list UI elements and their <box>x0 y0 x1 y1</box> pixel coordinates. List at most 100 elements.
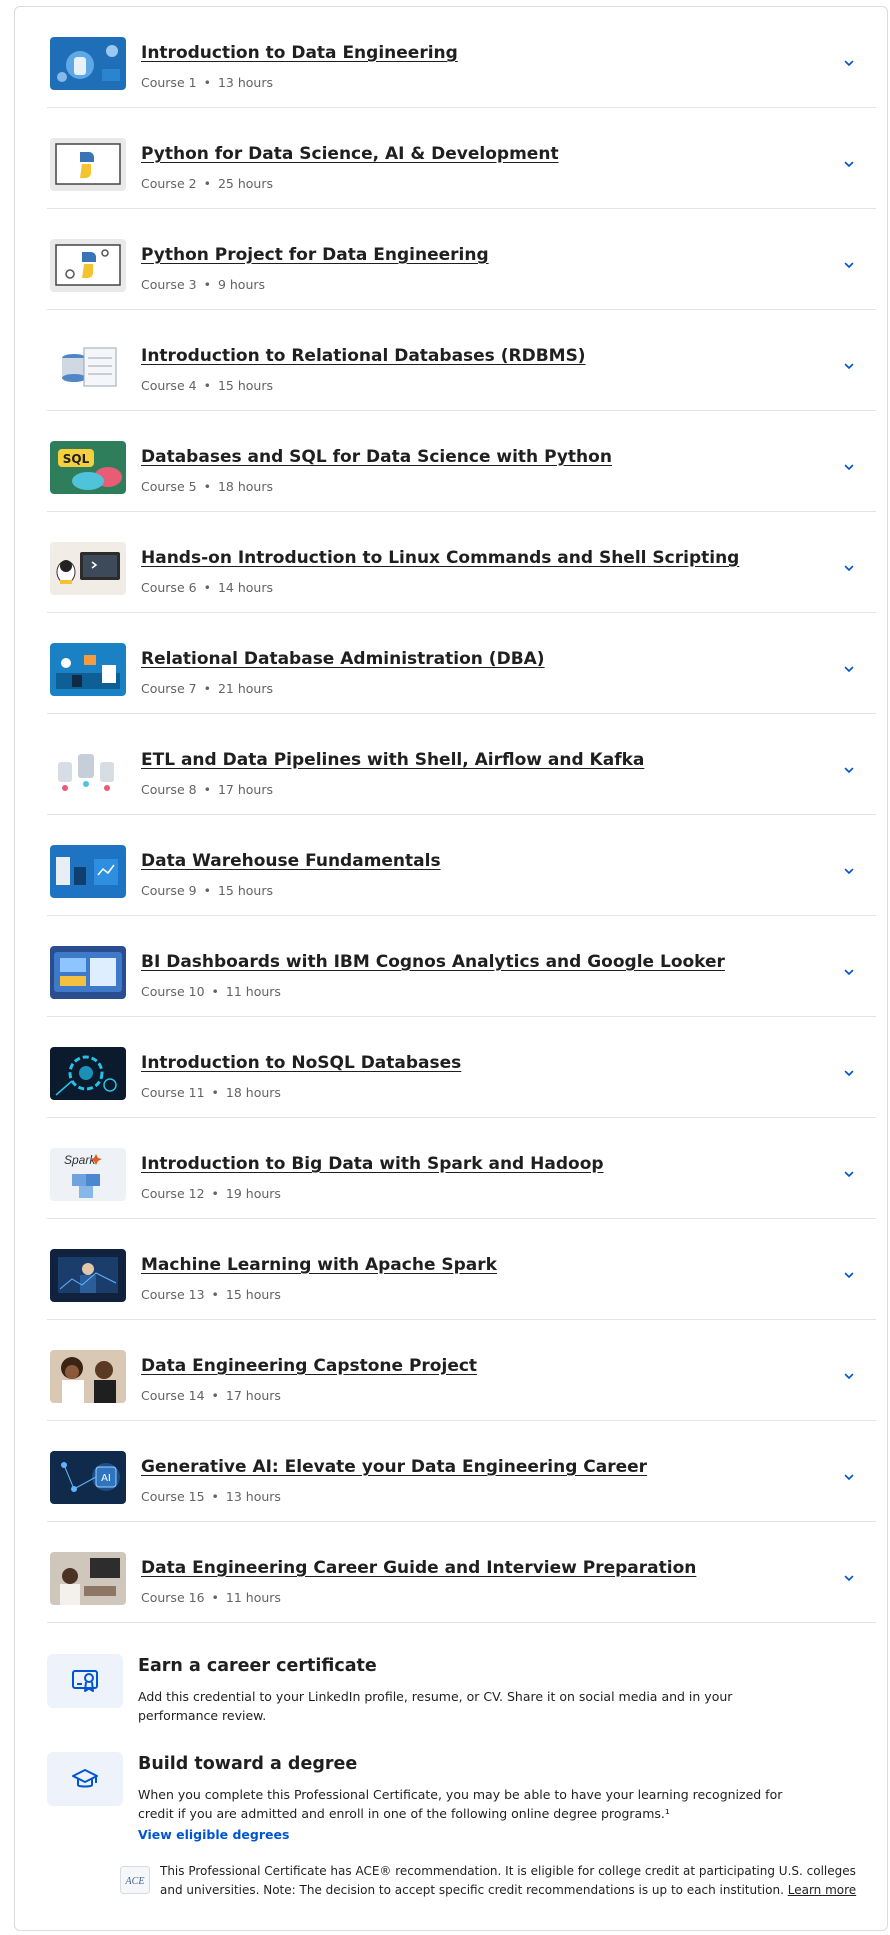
course-title-link[interactable]: Introduction to Big Data with Spark and … <box>141 1154 604 1174</box>
graduation-cap-icon <box>72 1769 98 1788</box>
course-row[interactable]: Introduction to NoSQL Databases Course 1… <box>47 1017 876 1118</box>
course-title-link[interactable]: Introduction to NoSQL Databases <box>141 1053 461 1073</box>
course-row[interactable]: Data Engineering Capstone Project Course… <box>47 1320 876 1421</box>
expand-chevron-down-icon[interactable] <box>842 56 856 70</box>
course-row[interactable]: BI Dashboards with IBM Cognos Analytics … <box>47 916 876 1017</box>
course-meta: Course 3 • 9 hours <box>141 277 265 292</box>
course-title-link[interactable]: Databases and SQL for Data Science with … <box>141 447 612 467</box>
course-thumbnail <box>50 239 126 292</box>
course-meta: Course 9 • 15 hours <box>141 883 273 898</box>
expand-chevron-down-icon[interactable] <box>842 1066 856 1080</box>
view-eligible-degrees-link[interactable]: View eligible degrees <box>138 1827 289 1842</box>
course-title-link[interactable]: Relational Database Administration (DBA) <box>141 649 545 669</box>
expand-chevron-down-icon[interactable] <box>842 157 856 171</box>
ace-logo: ACE <box>120 1866 150 1894</box>
course-meta: Course 7 • 21 hours <box>141 681 273 696</box>
course-duration: 13 hours <box>225 1489 281 1504</box>
course-number: Course 13 <box>141 1287 205 1302</box>
course-meta: Course 10 • 11 hours <box>141 984 281 999</box>
course-row[interactable]: Spark Introduction to Big Data with Spar… <box>47 1118 876 1219</box>
course-row[interactable]: Relational Database Administration (DBA)… <box>47 613 876 714</box>
course-thumbnail <box>50 744 126 797</box>
course-row[interactable]: Data Engineering Career Guide and Interv… <box>47 1522 876 1623</box>
course-row[interactable]: Data Warehouse Fundamentals Course 9 • 15 … <box>47 815 876 916</box>
course-duration: 15 hours <box>217 883 273 898</box>
course-row[interactable]: SQL Databases and SQL for Data Science w… <box>47 411 876 512</box>
meta-separator: • <box>203 479 211 494</box>
course-thumbnail <box>50 340 126 393</box>
expand-chevron-down-icon[interactable] <box>842 1268 856 1282</box>
course-thumbnail <box>50 845 126 898</box>
course-meta: Course 15 • 13 hours <box>141 1489 281 1504</box>
meta-separator: • <box>203 75 211 90</box>
course-title-link[interactable]: BI Dashboards with IBM Cognos Analytics … <box>141 952 725 972</box>
course-title-link[interactable]: Data Engineering Career Guide and Interv… <box>141 1558 696 1578</box>
course-duration: 25 hours <box>217 176 273 191</box>
course-row[interactable]: Python Project for Data Engineering Cour… <box>47 209 876 310</box>
expand-chevron-down-icon[interactable] <box>842 460 856 474</box>
course-duration: 11 hours <box>225 1590 281 1605</box>
meta-separator: • <box>203 176 211 191</box>
course-thumbnail <box>50 37 126 90</box>
learn-more-link[interactable]: Learn more <box>788 1883 856 1897</box>
certificate-desc-line2: performance review. <box>138 1708 267 1723</box>
expand-chevron-down-icon[interactable] <box>842 359 856 373</box>
course-title-link[interactable]: ETL and Data Pipelines with Shell, Airfl… <box>141 750 644 770</box>
course-title-link[interactable]: Generative AI: Elevate your Data Enginee… <box>141 1457 647 1477</box>
expand-chevron-down-icon[interactable] <box>842 1369 856 1383</box>
degree-title: Build toward a degree <box>138 1754 358 1774</box>
course-list-card: Introduction to Data Engineering Course … <box>14 6 888 1931</box>
course-thumbnail <box>50 138 126 191</box>
course-thumbnail <box>50 1552 126 1605</box>
course-title-link[interactable]: Machine Learning with Apache Spark <box>141 1255 497 1275</box>
meta-separator: • <box>203 681 211 696</box>
course-number: Course 5 <box>141 479 197 494</box>
expand-chevron-down-icon[interactable] <box>842 864 856 878</box>
expand-chevron-down-icon[interactable] <box>842 1167 856 1181</box>
course-meta: Course 11 • 18 hours <box>141 1085 281 1100</box>
course-number: Course 14 <box>141 1388 205 1403</box>
expand-chevron-down-icon[interactable] <box>842 258 856 272</box>
course-list: Introduction to Data Engineering Course … <box>47 7 876 1623</box>
meta-separator: • <box>203 378 211 393</box>
course-title-link[interactable]: Hands-on Introduction to Linux Commands … <box>141 548 739 568</box>
expand-chevron-down-icon[interactable] <box>842 662 856 676</box>
course-thumbnail: SQL <box>50 441 126 494</box>
course-meta: Course 8 • 17 hours <box>141 782 273 797</box>
degree-desc-line2: credit if you are admitted and enroll in… <box>138 1806 670 1821</box>
course-duration: 18 hours <box>217 479 273 494</box>
course-title-link[interactable]: Data Engineering Capstone Project <box>141 1356 477 1376</box>
course-duration: 9 hours <box>217 277 266 292</box>
course-row[interactable]: Machine Learning with Apache Spark Cours… <box>47 1219 876 1320</box>
course-meta: Course 4 • 15 hours <box>141 378 273 393</box>
course-title-link[interactable]: Introduction to Data Engineering <box>141 43 458 63</box>
course-number: Course 16 <box>141 1590 205 1605</box>
course-title-link[interactable]: Data Warehouse Fundamentals <box>141 851 441 871</box>
course-row[interactable]: Python for Data Science, AI & Developmen… <box>47 108 876 209</box>
course-row[interactable]: Introduction to Relational Databases (RD… <box>47 310 876 411</box>
svg-text:ACE: ACE <box>125 1876 145 1887</box>
expand-chevron-down-icon[interactable] <box>842 1571 856 1585</box>
course-thumbnail: Spark <box>50 1148 126 1201</box>
course-title-link[interactable]: Python Project for Data Engineering <box>141 245 489 265</box>
expand-chevron-down-icon[interactable] <box>842 965 856 979</box>
expand-chevron-down-icon[interactable] <box>842 561 856 575</box>
course-row[interactable]: AI Generative AI: Elevate your Data Engi… <box>47 1421 876 1522</box>
course-title-link[interactable]: Python for Data Science, AI & Developmen… <box>141 144 559 164</box>
course-thumbnail <box>50 542 126 595</box>
course-meta: Course 13 • 15 hours <box>141 1287 281 1302</box>
expand-chevron-down-icon[interactable] <box>842 763 856 777</box>
course-title-link[interactable]: Introduction to Relational Databases (RD… <box>141 346 586 366</box>
degree-desc-line1: When you complete this Professional Cert… <box>138 1787 783 1802</box>
course-meta: Course 16 • 11 hours <box>141 1590 281 1605</box>
course-row[interactable]: ETL and Data Pipelines with Shell, Airfl… <box>47 714 876 815</box>
expand-chevron-down-icon[interactable] <box>842 1470 856 1484</box>
course-row[interactable]: Introduction to Data Engineering Course … <box>47 7 876 108</box>
course-number: Course 12 <box>141 1186 205 1201</box>
meta-separator: • <box>211 1186 219 1201</box>
certificate-title: Earn a career certificate <box>138 1656 377 1676</box>
course-duration: 19 hours <box>225 1186 281 1201</box>
course-number: Course 7 <box>141 681 197 696</box>
meta-separator: • <box>211 1388 219 1403</box>
course-row[interactable]: Hands-on Introduction to Linux Commands … <box>47 512 876 613</box>
